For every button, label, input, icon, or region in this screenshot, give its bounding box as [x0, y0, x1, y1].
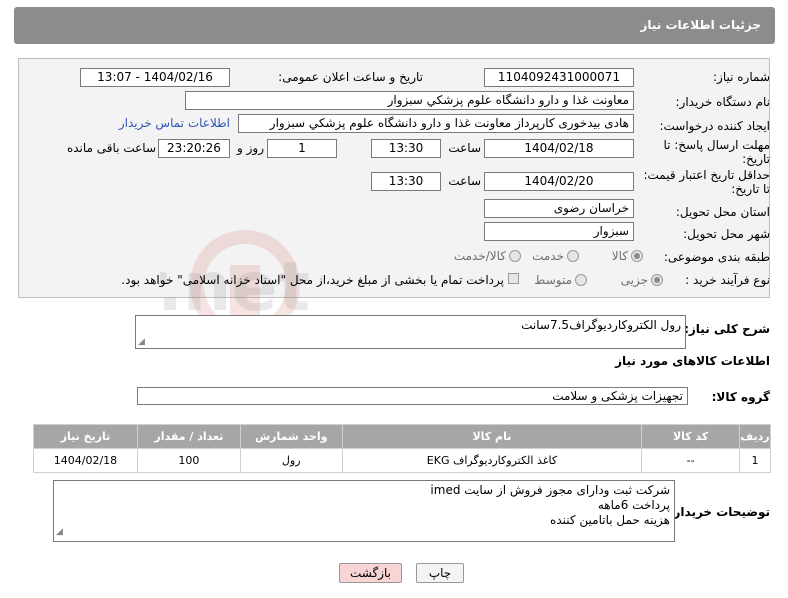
items-table-header: ردیف کد کالا نام کالا واحد شمارش تعداد /…: [33, 424, 771, 449]
cell-row: 1: [739, 448, 771, 473]
goods-section-title: اطلاعات کالاهای مورد نیاز: [615, 354, 770, 368]
col-date: تاریخ نیاز: [33, 424, 138, 449]
category-radio-goods[interactable]: [631, 250, 643, 262]
cell-date: 1404/02/18: [33, 448, 138, 473]
items-table: ردیف کد کالا نام کالا واحد شمارش تعداد /…: [33, 424, 771, 473]
province-field: خراسان رضوی: [484, 199, 634, 218]
category-option-service: خدمت: [532, 249, 564, 263]
need-number-label: شماره نیاز:: [713, 70, 770, 84]
resize-handle-icon[interactable]: ◢: [56, 525, 63, 540]
city-label: شهر محل تحویل:: [683, 227, 770, 241]
remaining-label: ساعت باقی مانده: [66, 141, 156, 155]
process-option-medium: متوسط: [534, 273, 572, 287]
validity-time-label: ساعت: [448, 174, 481, 188]
category-label: طبقه بندی موضوعی:: [663, 250, 770, 264]
days-field: 1: [267, 139, 337, 158]
category-radio-service[interactable]: [567, 250, 579, 262]
validity-time-field: 13:30: [371, 172, 441, 191]
cell-unit: رول: [239, 448, 343, 473]
city-field: سبزوار: [484, 222, 634, 241]
deadline-label-date: تاریخ:: [742, 152, 770, 166]
remaining-time-field: 23:20:26: [158, 139, 230, 158]
treasury-checkbox[interactable]: [508, 273, 519, 284]
validity-label: حداقل تاریخ اعتبار قیمت:: [643, 168, 770, 182]
buyer-notes-line: پرداخت 6ماهه: [597, 498, 670, 512]
cell-qty: 100: [136, 448, 241, 473]
contact-info-link[interactable]: اطلاعات تماس خریدار: [119, 116, 230, 130]
back-button[interactable]: بازگشت: [339, 563, 402, 583]
cell-name: کاغذ الکتروکاردیوگراف EKG: [341, 448, 643, 473]
buyer-notes-label: توضیحات خریدار:: [668, 505, 770, 519]
deadline-date-field: 1404/02/18: [484, 139, 634, 158]
buyer-label: نام دستگاه خریدار:: [675, 95, 771, 109]
buyer-notes-field: شرکت ثبت ودارای مجوز فروش از سایت imed پ…: [53, 480, 675, 542]
description-field: رول الکتروکاردیوگراف7.5سانت ◢: [135, 315, 686, 349]
creator-field: هادی بیدخوری کارپرداز معاونت غذا و دارو …: [238, 114, 634, 133]
col-code: کد کالا: [641, 424, 741, 449]
page-header: جزئیات اطلاعات نیاز: [14, 7, 775, 44]
process-radio-partial[interactable]: [651, 274, 663, 286]
deadline-label: مهلت ارسال پاسخ: تا: [663, 138, 770, 152]
province-label: استان محل تحویل:: [675, 205, 770, 219]
deadline-time-label: ساعت: [448, 141, 481, 155]
col-name: نام کالا: [341, 424, 643, 449]
validity-date-field: 1404/02/20: [484, 172, 634, 191]
buyer-notes-line: شرکت ثبت ودارای مجوز فروش از سایت imed: [430, 483, 670, 497]
buyer-notes-line: هزینه حمل باتامین کننده: [550, 513, 670, 527]
announce-field: 1404/02/16 - 13:07: [80, 68, 230, 87]
col-unit: واحد شمارش: [239, 424, 343, 449]
category-option-goods: کالا: [611, 249, 628, 263]
goods-group-field: تجهیزات پزشکی و سلامت: [137, 387, 688, 405]
cell-code: --: [641, 448, 741, 473]
col-row: ردیف: [739, 424, 771, 449]
print-button[interactable]: چاپ: [416, 563, 464, 583]
announce-label: تاریخ و ساعت اعلان عمومی:: [278, 70, 423, 84]
resize-handle-icon[interactable]: ◢: [138, 337, 145, 347]
days-label: روز و: [237, 141, 264, 155]
table-row: 1 -- کاغذ الکتروکاردیوگراف EKG رول 100 1…: [33, 448, 771, 473]
process-label: نوع فرآیند خرید :: [685, 273, 770, 287]
buyer-field: معاونت غذا و دارو دانشگاه علوم پزشکي سبز…: [185, 91, 634, 110]
goods-group-label: گروه کالا:: [711, 390, 770, 404]
creator-label: ایجاد کننده درخواست:: [659, 119, 770, 133]
category-radio-both[interactable]: [509, 250, 521, 262]
deadline-time-field: 13:30: [371, 139, 441, 158]
col-qty: تعداد / مقدار: [136, 424, 241, 449]
category-option-both: کالا/خدمت: [453, 249, 506, 263]
validity-label-date: تا تاریخ:: [731, 182, 770, 196]
process-radio-medium[interactable]: [575, 274, 587, 286]
need-number-field: 1104092431000071: [484, 68, 634, 87]
process-option-partial: جزیی: [620, 273, 648, 287]
description-label: شرح کلی نیاز:: [684, 322, 770, 336]
description-text: رول الکتروکاردیوگراف7.5سانت: [521, 318, 681, 332]
payment-note: پرداخت تمام یا بخشی از مبلغ خرید،از محل …: [121, 273, 504, 287]
